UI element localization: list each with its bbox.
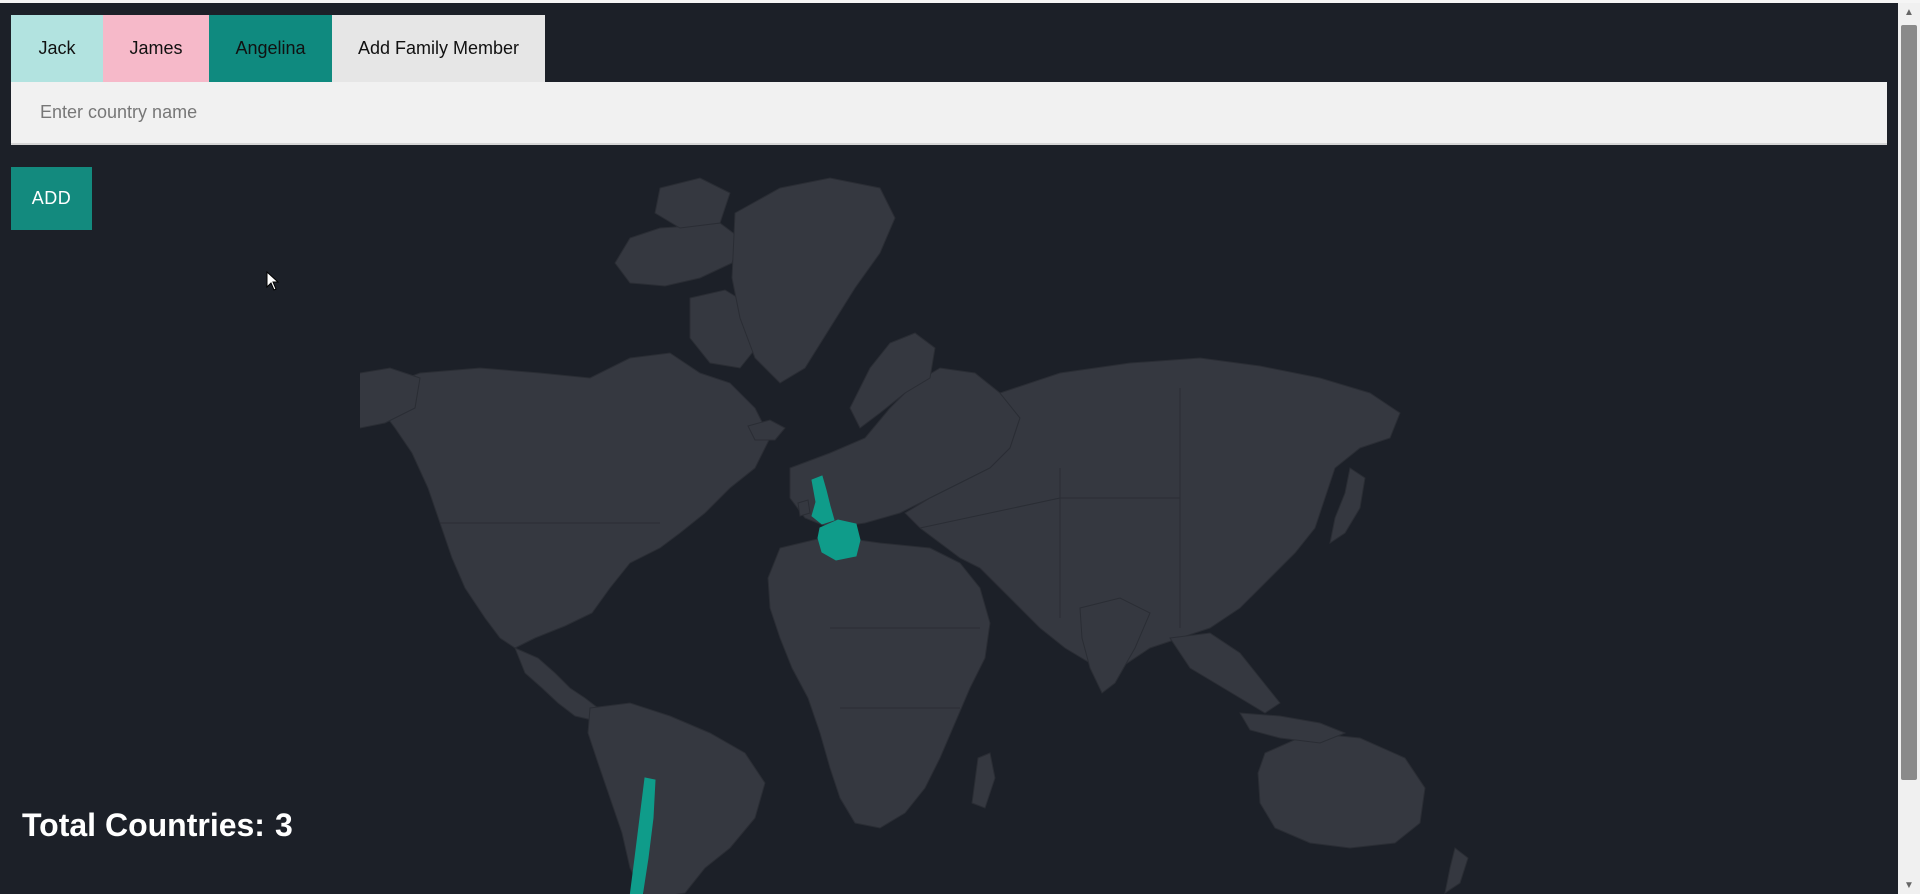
scroll-up-icon[interactable]: ▲ <box>1898 3 1920 21</box>
scroll-down-icon[interactable]: ▼ <box>1898 876 1920 894</box>
map-new-zealand[interactable] <box>1444 847 1469 894</box>
tab-angelina-label: Angelina <box>235 38 306 58</box>
map-indonesia[interactable] <box>1239 712 1347 744</box>
tab-james[interactable]: James <box>103 15 209 82</box>
scrollbar-thumb[interactable] <box>1901 25 1917 780</box>
page-scrollbar[interactable]: ▲ ▼ <box>1898 3 1920 894</box>
map-north-america[interactable] <box>379 352 771 649</box>
add-country-button[interactable]: ADD <box>11 167 92 230</box>
family-tabs: Jack James Angelina Add Family Member <box>11 15 545 82</box>
map-canada-arctic-islands[interactable] <box>614 222 741 287</box>
map-africa[interactable] <box>767 535 991 829</box>
map-madagascar[interactable] <box>971 752 996 809</box>
tab-add-family-member[interactable]: Add Family Member <box>332 15 545 82</box>
map-greenland[interactable] <box>731 177 896 384</box>
tab-add-family-member-label: Add Family Member <box>357 38 520 58</box>
cursor-arrow-icon <box>266 271 280 291</box>
map-southeast-asia[interactable] <box>1169 632 1281 714</box>
map-south-america[interactable] <box>587 702 766 894</box>
tab-jack-label: Jack <box>38 38 76 58</box>
map-japan[interactable] <box>1329 467 1366 545</box>
map-australia[interactable] <box>1257 732 1426 849</box>
country-search-bar <box>11 82 1887 145</box>
total-countries: Total Countries: 3 <box>22 807 293 844</box>
map-ellesmere-island[interactable] <box>654 177 731 229</box>
tab-angelina[interactable]: Angelina <box>209 15 332 82</box>
map-central-america[interactable] <box>514 647 599 721</box>
country-name-input[interactable] <box>11 82 1887 143</box>
total-countries-value: 3 <box>274 807 293 843</box>
world-map[interactable] <box>360 168 1560 894</box>
total-countries-label: Total Countries: <box>22 807 265 843</box>
map-ireland[interactable] <box>797 499 811 517</box>
tab-jack[interactable]: Jack <box>11 15 103 82</box>
tab-james-label: James <box>129 38 183 58</box>
app-window: Jack James Angelina Add Family Member AD… <box>0 0 1920 894</box>
